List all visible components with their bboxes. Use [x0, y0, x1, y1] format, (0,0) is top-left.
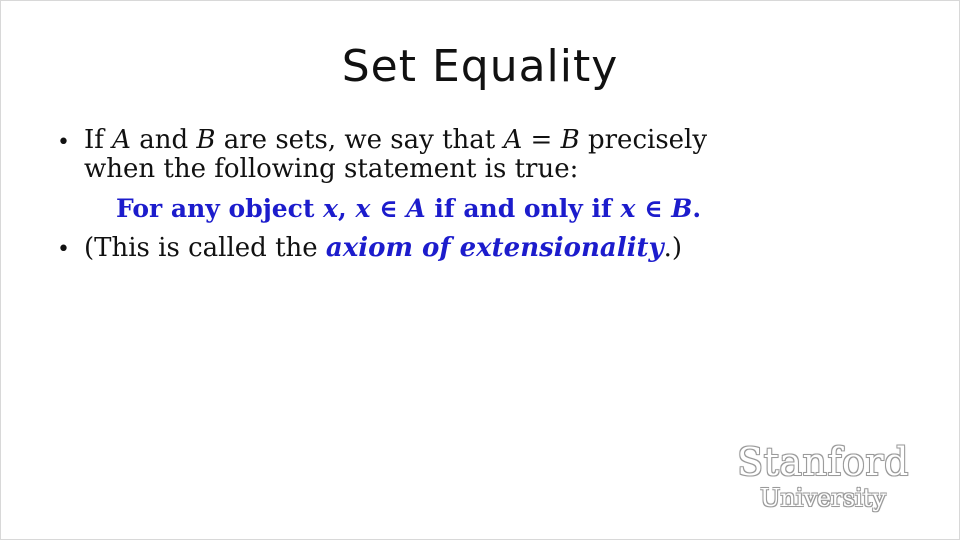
math-var: x [620, 194, 636, 223]
axiom-term: axiom of extensionality [325, 233, 664, 263]
math-var: A [406, 194, 426, 223]
bullet-2-line-1: (This is called the axiom of extensional… [84, 234, 682, 263]
bullet-dot-icon: • [57, 130, 70, 155]
math-var: A [503, 125, 523, 155]
stanford-logo: Stanford University [735, 441, 911, 513]
text-span: If [84, 125, 113, 155]
text-span: (This is called the [84, 233, 326, 263]
math-var: B [560, 125, 580, 155]
bullet-1-line-2: when the following statement is true: [84, 154, 579, 184]
logo-subtitle: University [760, 484, 886, 512]
text-span: = [522, 125, 561, 155]
slide: Set Equality • If A and B are sets, we s… [0, 0, 960, 540]
math-var: x [323, 194, 339, 223]
logo-name: Stanford [737, 440, 909, 484]
text-span: and [130, 125, 197, 155]
math-var: x [355, 194, 371, 223]
text-span: .) [663, 233, 683, 263]
definition-statement: For any object x, x ∈ A if and only if x… [116, 194, 701, 224]
text-span: if and only if [425, 194, 621, 223]
bullet-1-line-1: If A and B are sets, we say that A = B p… [84, 126, 707, 155]
text-span: For any object [116, 194, 324, 223]
text-span: . [692, 194, 702, 223]
bullet-dot-icon: • [57, 237, 70, 262]
text-span: ∈ [370, 194, 407, 223]
text-span: precisely [579, 125, 708, 155]
text-span: , [338, 194, 356, 223]
text-span: ∈ [635, 194, 672, 223]
text-span: are sets, we say that [215, 125, 504, 155]
math-var: B [671, 194, 693, 223]
math-var: A [112, 125, 131, 155]
slide-title: Set Equality [341, 41, 619, 92]
math-var: B [196, 125, 216, 155]
